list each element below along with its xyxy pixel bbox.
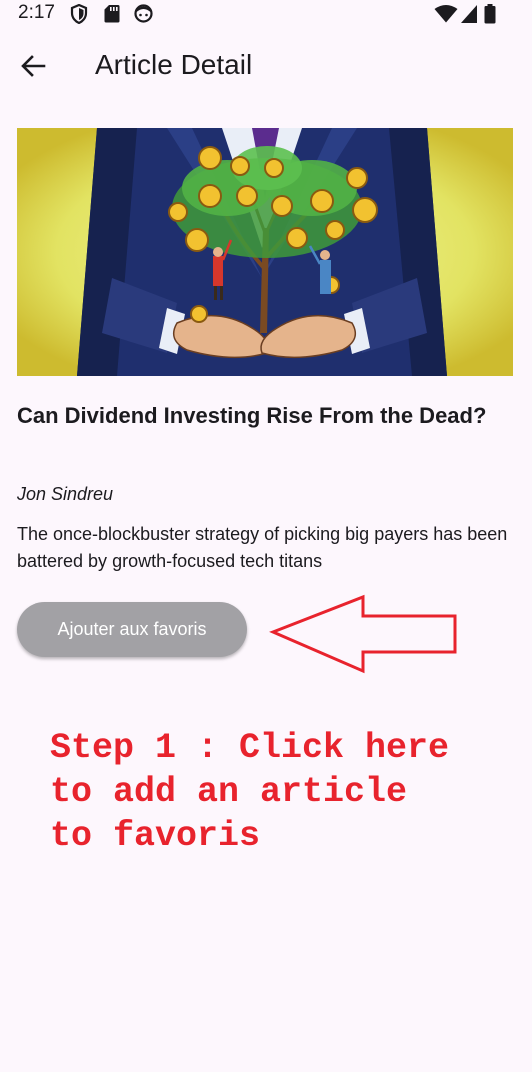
arrow-left-icon <box>20 54 46 83</box>
page-title: Article Detail <box>95 49 253 80</box>
signal-icon <box>460 4 478 29</box>
annotation-text: Step 1 : Click here to add an article to… <box>50 728 450 856</box>
status-bar: 2:17 <box>0 0 532 28</box>
article-title: Can Dividend Investing Rise From the Dea… <box>17 403 487 428</box>
annotation-arrow <box>268 594 460 681</box>
battery-icon <box>484 4 496 29</box>
back-button[interactable] <box>10 47 56 89</box>
face-icon <box>134 4 153 28</box>
status-time: 2:17 <box>18 2 55 23</box>
article-author: Jon Sindreu <box>17 484 114 504</box>
article-summary: The once-blockbuster strategy of picking… <box>17 524 508 571</box>
wifi-icon <box>434 4 458 29</box>
article-image <box>17 128 513 376</box>
app-bar: Article Detail <box>0 28 532 106</box>
add-to-favorites-button[interactable]: Ajouter aux favoris <box>17 602 247 657</box>
shield-icon <box>70 3 88 29</box>
sd-card-icon <box>104 4 120 28</box>
article-detail-screen: 2:17 Article Detail Can Dividend Investi… <box>0 0 532 1072</box>
